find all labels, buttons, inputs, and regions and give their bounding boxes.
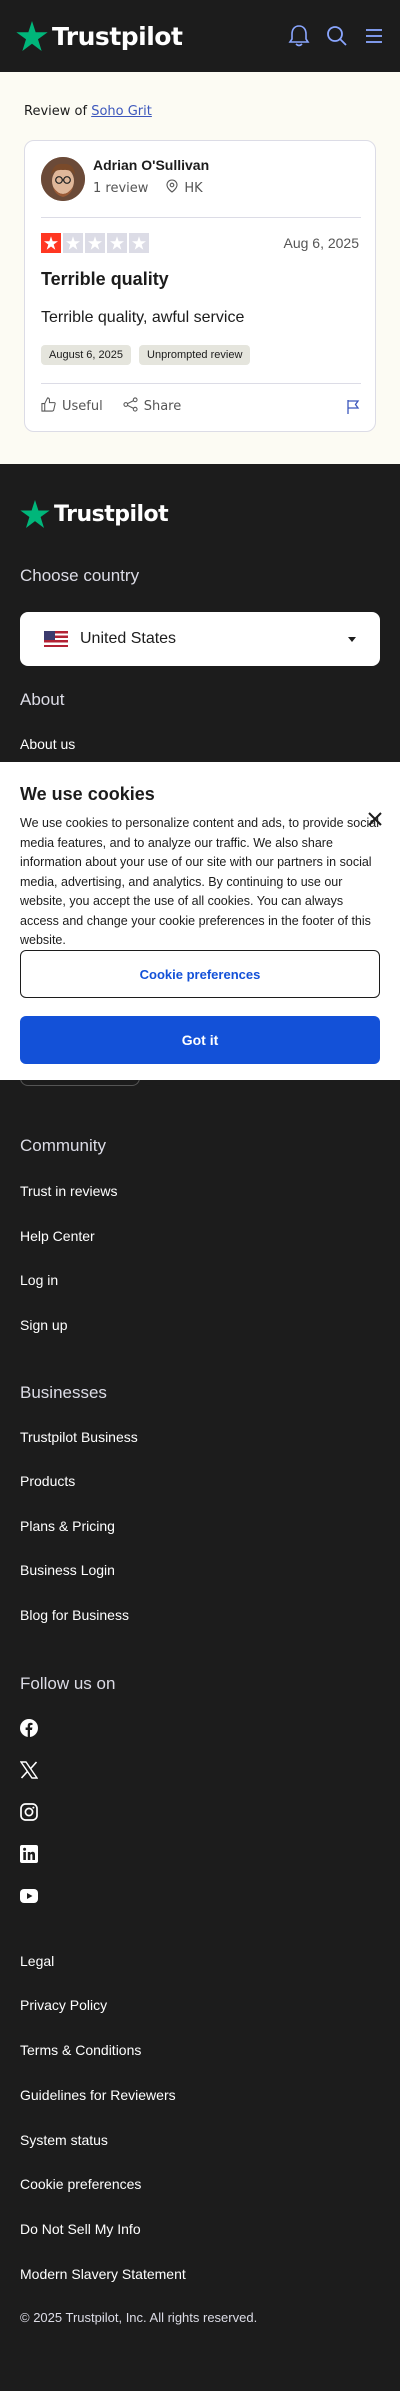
unprompted-review-tag[interactable]: Unprompted review [139, 345, 251, 365]
youtube-icon[interactable] [20, 1887, 38, 1905]
review-actions: Useful Share [41, 397, 361, 416]
got-it-button[interactable]: Got it [20, 1016, 380, 1064]
business-link[interactable]: Soho Grit [91, 104, 152, 119]
bell-icon[interactable] [288, 24, 310, 48]
selected-country: United States [80, 630, 177, 647]
divider [41, 383, 361, 384]
review-title: Terrible quality [41, 269, 169, 289]
star-rating [41, 233, 149, 253]
star-icon [63, 233, 83, 253]
star-icon [85, 233, 105, 253]
choose-country-heading: Choose country [20, 566, 140, 585]
footer-link-plans-pricing[interactable]: Plans & Pricing [20, 1518, 115, 1534]
review-section: Review of Soho Grit Adrian O'Sullivan 1 … [0, 72, 400, 464]
review-tags: August 6, 2025 Unprompted review [41, 345, 251, 365]
trustpilot-logo[interactable]: Trustpilot [16, 21, 183, 51]
useful-label: Useful [62, 399, 103, 414]
follow-us-heading: Follow us on [20, 1674, 116, 1693]
footer-link-cookie-preferences[interactable]: Cookie preferences [20, 2176, 141, 2192]
footer-link-log-in[interactable]: Log in [20, 1272, 58, 1288]
footer-logo[interactable]: Trustpilot [20, 500, 169, 528]
review-card: Adrian O'Sullivan 1 review HK Aug 6, 202… [24, 140, 376, 432]
caret-down-icon [348, 636, 356, 642]
trustpilot-star-icon [16, 21, 48, 51]
footer-link-products[interactable]: Products [20, 1473, 75, 1489]
star-icon [41, 233, 61, 253]
instagram-icon[interactable] [20, 1803, 38, 1821]
x-icon[interactable] [20, 1761, 38, 1779]
avatar[interactable] [41, 157, 85, 201]
review-of-label: Review of [24, 104, 88, 119]
footer-link-about-us[interactable]: About us [20, 736, 75, 752]
share-button[interactable]: Share [123, 397, 182, 416]
footer-link-trustpilot-business[interactable]: Trustpilot Business [20, 1429, 138, 1445]
copyright: © 2025 Trustpilot, Inc. All rights reser… [20, 2310, 258, 2325]
cookie-text: We use cookies to personalize content an… [20, 816, 380, 947]
menu-icon[interactable] [364, 27, 384, 45]
footer-link-terms-conditions[interactable]: Terms & Conditions [20, 2042, 141, 2058]
linkedin-icon[interactable] [20, 1845, 38, 1863]
divider [41, 217, 361, 218]
search-icon[interactable] [326, 25, 348, 47]
review-of-line: Review of Soho Grit [24, 104, 152, 119]
facebook-icon[interactable] [20, 1719, 38, 1737]
logo-text: Trustpilot [52, 21, 183, 51]
about-heading: About [20, 690, 65, 709]
reviewer-location: HK [184, 180, 203, 196]
footer-link-do-not-sell[interactable]: Do Not Sell My Info [20, 2221, 141, 2237]
location-pin-icon [166, 179, 178, 197]
us-flag-icon [44, 631, 68, 647]
footer-logo-text: Trustpilot [54, 501, 169, 527]
report-flag-icon[interactable] [345, 399, 361, 415]
cookie-title: We use cookies [20, 784, 155, 804]
review-text: Terrible quality, awful service [41, 309, 245, 326]
review-count: 1 review [93, 180, 149, 196]
footer-link-business-login[interactable]: Business Login [20, 1562, 115, 1578]
footer-link-privacy-policy[interactable]: Privacy Policy [20, 1997, 107, 2013]
star-icon [129, 233, 149, 253]
review-date: Aug 6, 2025 [283, 235, 359, 251]
footer-link-legal[interactable]: Legal [20, 1953, 54, 1969]
share-label: Share [143, 399, 182, 414]
reviewer-meta: 1 review HK [93, 179, 203, 197]
footer-link-trust-in-reviews[interactable]: Trust in reviews [20, 1183, 118, 1199]
trustpilot-star-icon [20, 500, 50, 528]
country-select[interactable]: United States [20, 612, 380, 666]
businesses-heading: Businesses [20, 1383, 107, 1402]
cookie-preferences-button[interactable]: Cookie preferences [20, 950, 380, 998]
star-icon [107, 233, 127, 253]
footer-link-sign-up[interactable]: Sign up [20, 1317, 67, 1333]
top-header: Trustpilot [0, 0, 400, 72]
share-icon [123, 397, 138, 416]
date-of-experience-tag: August 6, 2025 [41, 345, 132, 365]
useful-button[interactable]: Useful [41, 397, 103, 416]
footer-link-guidelines-for-reviewers[interactable]: Guidelines for Reviewers [20, 2087, 176, 2103]
reviewer-name[interactable]: Adrian O'Sullivan [93, 157, 209, 173]
footer-link-help-center[interactable]: Help Center [20, 1228, 95, 1244]
cookie-banner: We use cookies We use cookies to persona… [0, 762, 400, 1080]
community-heading: Community [20, 1136, 106, 1155]
footer-link-modern-slavery[interactable]: Modern Slavery Statement [20, 2266, 186, 2282]
thumbs-up-icon [41, 397, 56, 416]
footer-link-blog-for-business[interactable]: Blog for Business [20, 1607, 129, 1623]
footer-link-system-status[interactable]: System status [20, 2132, 108, 2148]
